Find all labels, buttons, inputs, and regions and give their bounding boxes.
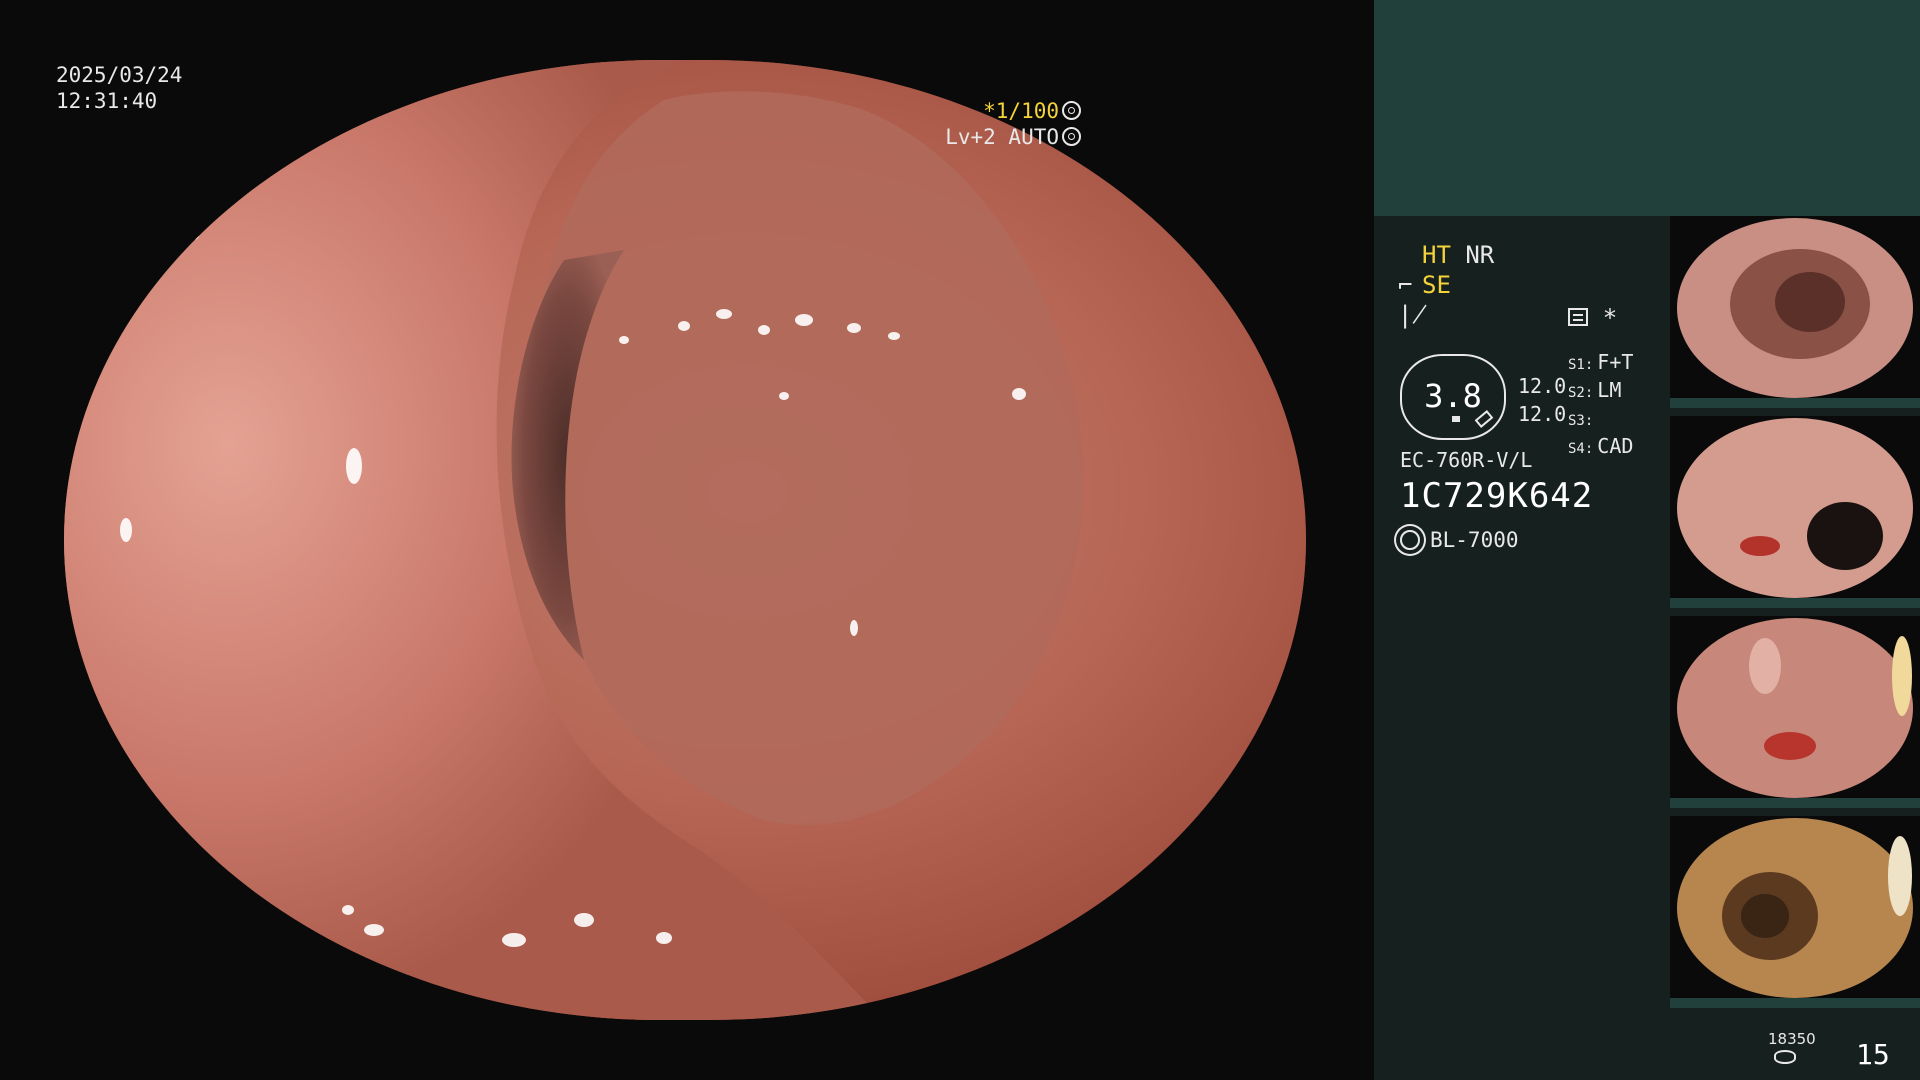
- thumbnail-4-bar: [1670, 998, 1920, 1008]
- panel-header: [1374, 0, 1920, 216]
- aperture-icon: [1062, 101, 1081, 120]
- image-count: 15: [1856, 1038, 1890, 1071]
- colon-lumen-image: [64, 60, 1306, 1020]
- gauge-mark-icon: [1452, 416, 1460, 422]
- info-side-panel: HT NR ⌐ SE ∤ * 3.8 12.0 12.0 S1: F+T S2: LM…: [1374, 0, 1920, 1080]
- exposure-display: *1/100 Lv+2 AUTO: [945, 98, 1081, 150]
- zoom-value: 3.8: [1424, 377, 1482, 415]
- date-text: 2025/03/24: [56, 63, 183, 87]
- se-indicator: SE: [1422, 271, 1451, 299]
- nr-indicator: NR: [1465, 241, 1495, 269]
- storage-count: 18350: [1768, 1030, 1816, 1048]
- thumbnail-4-image: [1677, 818, 1913, 998]
- status-block: HT NR ⌐ SE ∤: [1398, 240, 1668, 330]
- asterisk-indicator: *: [1604, 304, 1616, 332]
- light-source-icon: [1400, 530, 1420, 550]
- exposure-mode: AUTO: [1008, 125, 1059, 149]
- structure-row: ⌐ SE: [1398, 270, 1668, 300]
- gauge-value-1: 12.0: [1518, 374, 1567, 398]
- captured-thumbnails: [1670, 216, 1920, 1016]
- thumbnail-1[interactable]: [1670, 216, 1920, 408]
- time-text: 12:31:40: [56, 89, 158, 113]
- shutter-speed: 1/100: [995, 99, 1059, 123]
- scope-model: EC-760R-V/L: [1400, 448, 1533, 472]
- shutter-row: *1/100: [945, 98, 1081, 124]
- light-source: BL-7000: [1400, 528, 1519, 552]
- menu-icon: [1568, 308, 1588, 326]
- thumbnail-3-image: [1677, 618, 1913, 798]
- ht-indicator: HT: [1422, 241, 1451, 269]
- thumbnail-3[interactable]: [1670, 616, 1920, 808]
- thumbnail-2[interactable]: [1670, 416, 1920, 608]
- light-source-label: BL-7000: [1430, 528, 1519, 552]
- endoscope-main-view: 2025/03/24 12:31:40 *1/100 Lv+2 AUTO: [0, 0, 1374, 1080]
- color-row: ∤: [1398, 300, 1668, 330]
- auto-icon: [1062, 127, 1081, 146]
- enhancement-row: HT NR: [1398, 240, 1668, 270]
- brightness-level: Lv+2: [945, 125, 996, 149]
- endoscope-image: [64, 60, 1306, 1020]
- gauge-value-2: 12.0: [1518, 402, 1567, 426]
- shutter-prefix: *: [983, 99, 996, 123]
- datetime-display: 2025/03/24 12:31:40: [56, 62, 182, 114]
- thumbnail-3-bar: [1670, 798, 1920, 808]
- color-enhance-icon: ∤: [1398, 301, 1427, 329]
- thumbnail-1-bar: [1670, 398, 1920, 408]
- gauge-values: 12.0 12.0: [1518, 372, 1566, 428]
- scope-switches: S1: F+T S2: LM S3: S4: CAD: [1568, 350, 1633, 462]
- thumbnail-4[interactable]: [1670, 816, 1920, 1008]
- switch-s2: S2: LM: [1568, 378, 1622, 402]
- switch-s1: S1: F+T: [1568, 350, 1634, 374]
- structure-icon: ⌐: [1398, 271, 1413, 299]
- thumbnail-2-image: [1677, 418, 1913, 598]
- storage-icon: [1774, 1050, 1796, 1064]
- zoom-gauge: 3.8: [1400, 354, 1506, 440]
- scope-serial: 1C729K642: [1400, 476, 1594, 516]
- level-row: Lv+2 AUTO: [945, 124, 1081, 150]
- thumbnail-2-bar: [1670, 598, 1920, 608]
- switch-s3: S3:: [1568, 413, 1594, 429]
- thumbnail-1-image: [1677, 218, 1913, 398]
- switch-s4: S4: CAD: [1568, 434, 1634, 458]
